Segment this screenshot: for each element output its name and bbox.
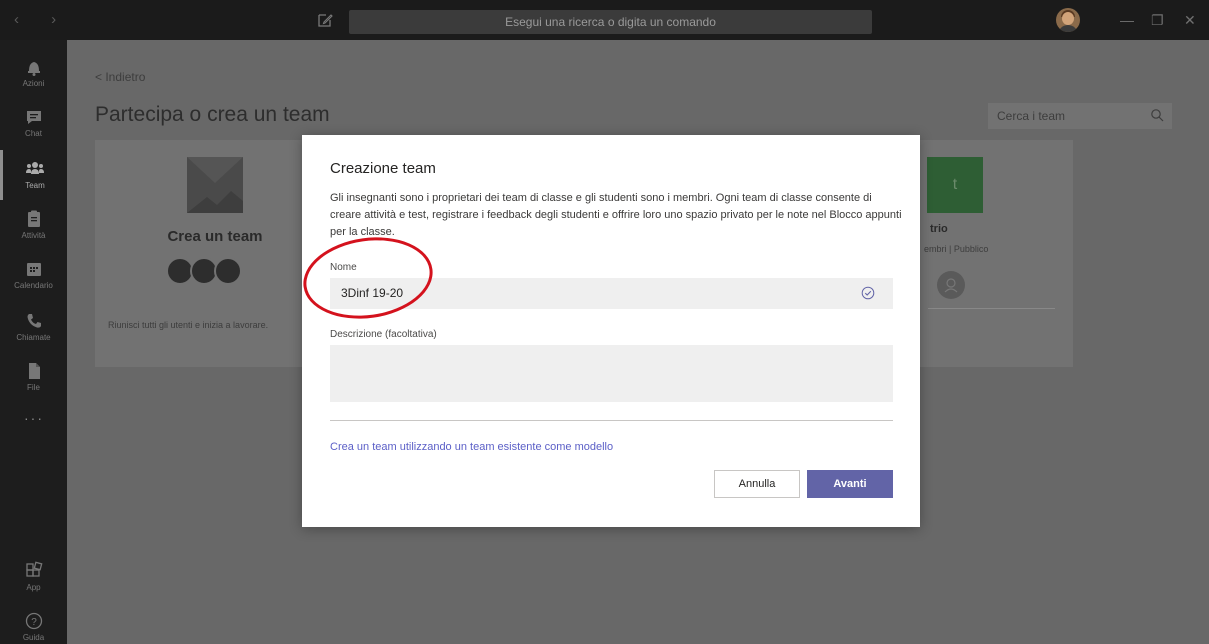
close-button[interactable]: ✕ <box>1184 12 1196 29</box>
file-icon <box>28 363 40 379</box>
more-apps-button[interactable]: ··· <box>24 410 44 426</box>
team-owner-avatar <box>937 271 965 299</box>
help-icon: ? <box>25 612 42 630</box>
svg-text:?: ? <box>31 617 37 628</box>
minimize-button[interactable]: — <box>1120 12 1134 28</box>
create-team-illustration <box>187 157 243 213</box>
apps-icon <box>25 561 42 577</box>
rail-label: Chat <box>25 129 42 138</box>
rail-label: Calendario <box>14 281 53 290</box>
bell-icon <box>27 62 40 76</box>
app-rail: Azioni Chat Team Attività Calendario Chi… <box>0 40 67 644</box>
rail-label: App <box>26 583 41 592</box>
team-search-input[interactable]: Cerca i team <box>988 103 1172 129</box>
assignment-icon <box>27 210 40 227</box>
rail-label: Chiamate <box>16 333 51 342</box>
dialog-divider <box>330 420 893 421</box>
restore-button[interactable]: ❐ <box>1151 12 1164 29</box>
team-name: trio <box>930 223 948 235</box>
rail-item-help[interactable]: ? Guida <box>0 602 67 644</box>
create-team-description: Riunisci tutti gli utenti e inizia a lav… <box>108 320 269 330</box>
team-icon <box>26 162 44 174</box>
page-title: Partecipa o crea un team <box>95 103 330 126</box>
rail-label: Team <box>25 181 45 190</box>
create-from-template-link[interactable]: Crea un team utilizzando un team esisten… <box>330 441 613 453</box>
next-button[interactable]: Avanti <box>807 470 893 498</box>
rail-item-apps[interactable]: App <box>0 552 67 602</box>
rail-label: Attività <box>21 231 46 240</box>
title-bar: ‹ › Esegui una ricerca o digita un coman… <box>0 0 1209 40</box>
cancel-button[interactable]: Annulla <box>714 470 800 498</box>
history-nav-arrows[interactable]: ‹ › <box>14 11 70 28</box>
team-search-placeholder: Cerca i team <box>997 109 1066 123</box>
team-description-field[interactable] <box>330 345 893 402</box>
rail-label: Azioni <box>22 79 45 88</box>
team-tile-trio[interactable]: t <box>927 157 983 213</box>
rail-item-calls[interactable]: Chiamate <box>0 302 67 352</box>
search-icon <box>1151 109 1164 122</box>
command-search-bar[interactable]: Esegui una ricerca o digita un comando <box>349 10 872 34</box>
team-info: embri | Pubblico <box>924 244 989 254</box>
check-circle-icon <box>861 286 875 300</box>
description-label: Descrizione (facoltativa) <box>330 329 437 340</box>
dialog-title: Creazione team <box>330 160 436 177</box>
create-team-dialog: Creazione team Gli insegnanti sono i pro… <box>302 135 920 527</box>
calendar-icon <box>26 263 41 276</box>
rail-item-assignments[interactable]: Attività <box>0 200 67 250</box>
rail-item-actions[interactable]: Azioni <box>0 48 67 98</box>
rail-item-team[interactable]: Team <box>0 150 67 200</box>
rail-label: File <box>27 383 40 392</box>
back-link[interactable]: < Indietro <box>95 70 145 84</box>
divider <box>928 308 1055 309</box>
dialog-description: Gli insegnanti sono i proprietari dei te… <box>330 192 902 238</box>
create-team-title[interactable]: Crea un team <box>115 228 315 245</box>
rail-item-files[interactable]: File <box>0 352 67 402</box>
chat-icon <box>26 111 41 124</box>
rail-item-calendar[interactable]: Calendario <box>0 250 67 300</box>
member-avatars <box>166 257 266 285</box>
user-avatar[interactable] <box>1056 8 1080 32</box>
phone-icon <box>27 314 41 328</box>
rail-label: Guida <box>22 633 45 642</box>
new-chat-icon[interactable] <box>316 11 334 29</box>
rail-item-chat[interactable]: Chat <box>0 98 67 148</box>
